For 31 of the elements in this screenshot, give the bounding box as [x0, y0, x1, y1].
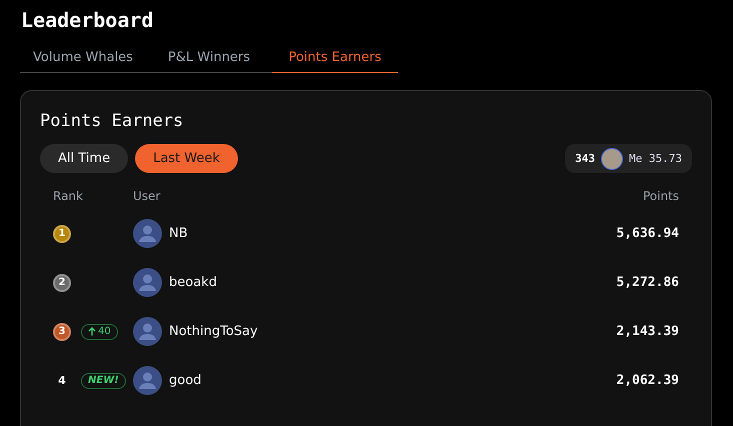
tab[interactable]: Points Earners	[272, 44, 398, 73]
points-value: 5,272.86	[616, 275, 679, 290]
card-title: Points Earners	[40, 111, 184, 131]
rank-medal: 2	[53, 274, 71, 292]
period-toggle[interactable]: Last Week	[135, 144, 238, 173]
points-value: 2,143.39	[616, 324, 679, 339]
column-header: User	[133, 189, 162, 203]
points-value: 5,636.94	[616, 226, 679, 241]
rank-medal: 1	[53, 224, 71, 242]
column-header: Points	[642, 189, 679, 203]
page-title: Leaderboard	[21, 8, 154, 32]
rank-medal: 3	[53, 322, 71, 340]
user-name: beoakd	[169, 275, 217, 290]
new-badge: NEW!	[81, 372, 126, 388]
avatar-icon	[133, 317, 162, 346]
photo-placeholder	[601, 148, 624, 170]
avatar-icon	[133, 219, 162, 248]
user-name: NothingToSay	[169, 324, 258, 339]
avatar-icon	[133, 268, 162, 297]
tab[interactable]: Volume Whales	[20, 44, 146, 73]
rank-number: 4	[57, 374, 67, 387]
tab[interactable]: P&L Winners	[146, 44, 272, 73]
my-points: Me 35.73	[629, 152, 682, 165]
avatar-icon	[133, 366, 162, 395]
column-header: Rank	[53, 189, 84, 203]
points-value: 2,062.39	[616, 373, 679, 388]
user-name: NB	[169, 226, 188, 241]
user-name: good	[169, 373, 202, 388]
rank-change-badge: 40	[81, 324, 118, 340]
period-toggle[interactable]: All Time	[40, 144, 128, 173]
my-rank: 343	[575, 152, 596, 165]
